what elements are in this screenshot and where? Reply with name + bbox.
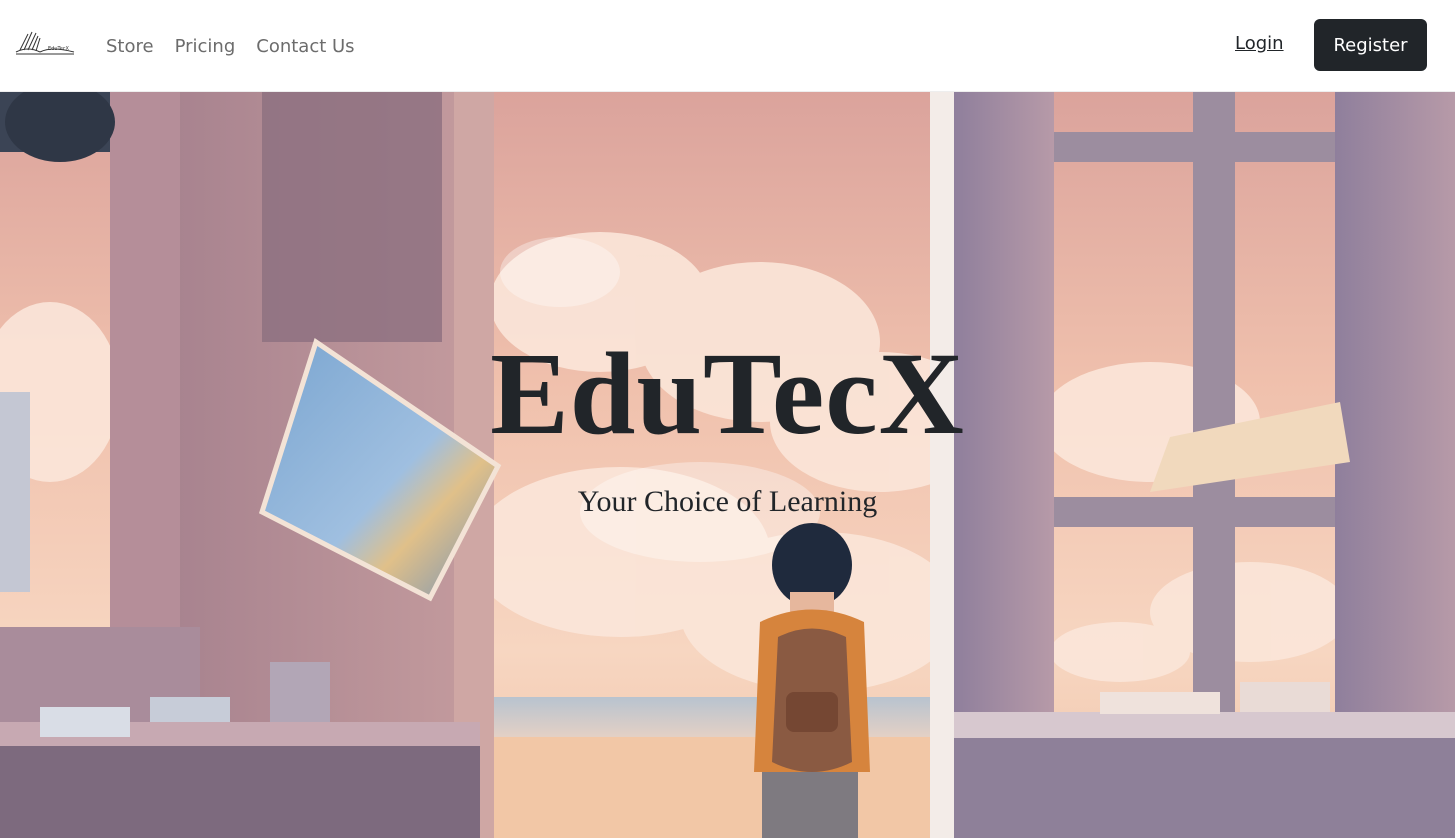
hero-subtitle: Your Choice of Learning: [577, 485, 878, 518]
hero-title: EduTecX: [490, 328, 965, 459]
hero-section: EduTecX Your Choice of Learning: [0, 92, 1455, 838]
primary-nav: Store Pricing Contact Us: [106, 0, 355, 92]
login-link[interactable]: Login: [1235, 33, 1284, 54]
book-logo-icon[interactable]: EduTecX: [14, 30, 76, 60]
nav-link-store[interactable]: Store: [106, 36, 154, 57]
register-button[interactable]: Register: [1314, 19, 1427, 71]
nav-link-pricing[interactable]: Pricing: [175, 36, 236, 57]
hero-background-illustration: [0, 92, 1455, 838]
nav-link-contact-us[interactable]: Contact Us: [256, 36, 354, 57]
svg-text:EduTecX: EduTecX: [48, 46, 70, 52]
navbar: EduTecX Store Pricing Contact Us Login R…: [0, 0, 1455, 92]
